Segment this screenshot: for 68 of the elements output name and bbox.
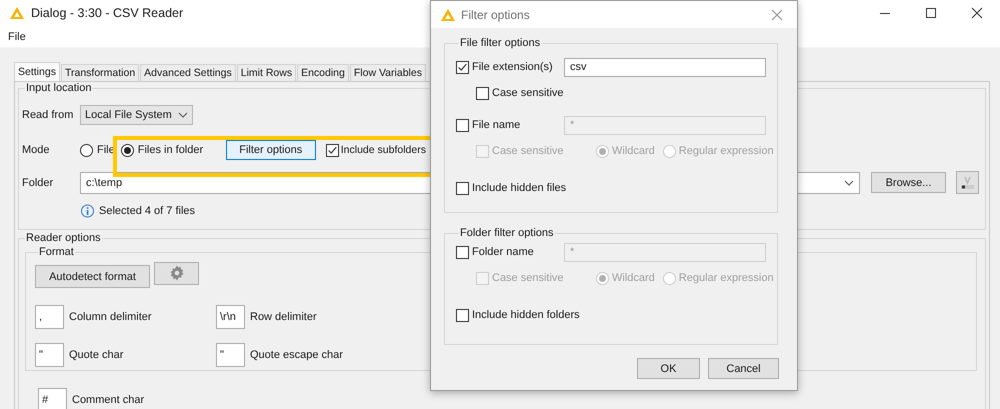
field-label: Column delimiter	[69, 311, 152, 323]
text-field[interactable]: csv	[564, 58, 766, 76]
info-icon	[80, 204, 95, 218]
field-label: Row delimiter	[250, 311, 317, 323]
variable-icon	[960, 175, 975, 190]
radio-button[interactable]	[80, 144, 93, 156]
checkbox-label: Folder name	[472, 246, 535, 258]
autodetect-button[interactable]: Autodetect format	[35, 265, 150, 288]
group-title: Folder filter options	[459, 227, 555, 239]
radio-button[interactable]	[120, 144, 134, 156]
chevron-down-icon	[844, 180, 854, 186]
tab[interactable]: Advanced Settings	[140, 64, 236, 81]
gear-icon	[168, 265, 184, 281]
radio-label: Regular expression	[678, 145, 774, 157]
maximize-icon[interactable]	[925, 7, 937, 19]
window-title: Dialog - 3:30 - CSV Reader	[31, 6, 184, 20]
tab[interactable]: Transformation	[60, 64, 140, 81]
close-icon[interactable]	[971, 7, 983, 19]
menu-item[interactable]: File	[8, 30, 26, 42]
warning-icon	[9, 6, 25, 20]
text-field[interactable]: \r\n	[216, 305, 245, 329]
tab[interactable]: Flow Variables	[350, 64, 426, 81]
text-field[interactable]: "	[216, 343, 245, 367]
status-text: Selected 4 of 7 files	[99, 205, 196, 217]
field-label: Quote char	[69, 349, 124, 361]
checkbox[interactable]	[476, 86, 489, 100]
text-field[interactable]: ,	[35, 305, 64, 329]
field-label: Folder	[22, 176, 54, 188]
tab[interactable]: Encoding	[297, 64, 349, 81]
dialog-button[interactable]: OK	[637, 358, 700, 379]
checkbox-label: Case sensitive	[492, 87, 565, 99]
text-field[interactable]: "	[35, 343, 64, 367]
checkbox-label: Include hidden folders	[472, 309, 580, 321]
checkbox-label: Case sensitive	[492, 272, 565, 284]
group-title: Format	[38, 246, 75, 258]
group-title: File filter options	[459, 37, 542, 49]
settings-button[interactable]	[154, 262, 199, 284]
checkbox[interactable]	[456, 246, 469, 258]
radio-label: Wildcard	[612, 272, 655, 284]
dialog-button[interactable]: Cancel	[708, 358, 779, 379]
tab[interactable]: Settings	[14, 62, 60, 81]
checkbox-label: Include subfolders	[340, 144, 426, 156]
group-title: Input location	[25, 82, 92, 94]
warning-icon	[440, 8, 456, 22]
dropdown[interactable]: Local File System	[80, 105, 193, 125]
checkbox[interactable]	[456, 118, 469, 132]
field-label: Read from	[22, 109, 74, 121]
text-field[interactable]: #	[38, 388, 67, 409]
chevron-down-icon	[178, 112, 188, 118]
checkbox[interactable]	[456, 308, 469, 322]
checkbox-label: Case sensitive	[492, 145, 565, 157]
checkbox-label: Include hidden files	[472, 182, 566, 194]
filter-options-button[interactable]: Filter options	[226, 140, 316, 160]
radio-label: Wildcard	[612, 145, 655, 157]
dialog-title: Filter options	[461, 8, 530, 22]
field-label: Mode	[22, 144, 51, 156]
radio-label: Files in folder	[138, 144, 204, 156]
checkbox[interactable]	[456, 182, 469, 194]
browse-button[interactable]: Browse...	[871, 172, 946, 193]
checkbox-label: File name	[472, 119, 522, 131]
group-title: Reader options	[25, 232, 102, 244]
field-label: Quote escape char	[250, 349, 343, 361]
tab[interactable]: Limit Rows	[236, 64, 296, 81]
checkbox[interactable]	[326, 144, 339, 156]
checkbox-label: File extension(s)	[472, 61, 554, 73]
checkbox[interactable]	[456, 60, 469, 74]
radio-label: Regular expression	[678, 272, 774, 284]
field-label: Comment char	[72, 394, 144, 406]
